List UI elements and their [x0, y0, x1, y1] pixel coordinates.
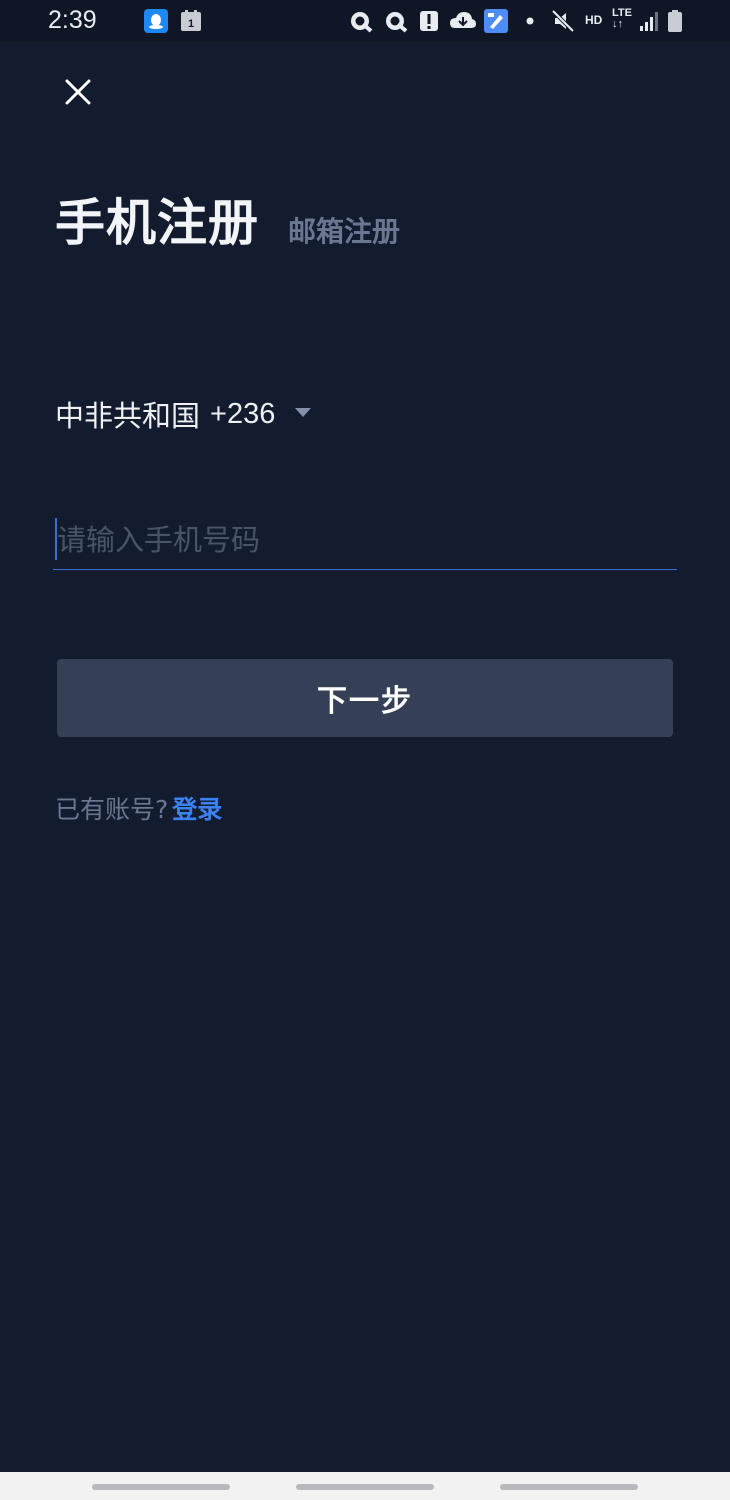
- hd-label: HD: [585, 13, 603, 27]
- login-prompt-line: 已有账号? 登录: [55, 790, 222, 826]
- lte-label: LTE ↓↑: [612, 7, 632, 30]
- quark-icon: [386, 12, 408, 33]
- nav-recents-button[interactable]: [92, 1484, 230, 1490]
- country-name: 中非共和国: [55, 399, 201, 433]
- login-prompt: 已有账号?: [55, 795, 169, 824]
- dropdown-caret-icon: [295, 407, 312, 417]
- quark-icon: [351, 12, 373, 33]
- close-icon: [65, 79, 91, 105]
- tab-email-register[interactable]: 邮箱注册: [288, 210, 400, 250]
- calendar-icon: 1: [181, 10, 201, 31]
- signal-icon: [640, 12, 658, 31]
- calendar-badge: 1: [188, 18, 194, 30]
- page-title: 手机注册: [55, 194, 259, 252]
- mute-icon: [551, 9, 575, 33]
- login-link[interactable]: 登录: [172, 790, 222, 826]
- nav-home-button[interactable]: [296, 1484, 434, 1490]
- alert-icon: [420, 11, 438, 31]
- text-cursor: [55, 518, 57, 560]
- battery-icon: [668, 10, 682, 32]
- country-code: +236: [210, 397, 276, 430]
- next-button[interactable]: 下一步: [57, 659, 673, 737]
- country-selector[interactable]: 中非共和国 +236: [55, 392, 312, 436]
- phone-input[interactable]: [53, 512, 673, 568]
- nav-back-button[interactable]: [500, 1484, 638, 1490]
- paint-app-icon: [484, 9, 508, 33]
- cloud-icon: [450, 12, 476, 28]
- phone-field: [53, 512, 677, 570]
- close-button[interactable]: [60, 74, 96, 110]
- status-bar: 2:39 1 HD LTE ↓↑: [0, 0, 730, 42]
- dot-icon: [526, 17, 534, 25]
- system-nav-bar: [0, 1472, 730, 1500]
- qq-icon: [144, 9, 168, 33]
- status-time: 2:39: [48, 6, 97, 34]
